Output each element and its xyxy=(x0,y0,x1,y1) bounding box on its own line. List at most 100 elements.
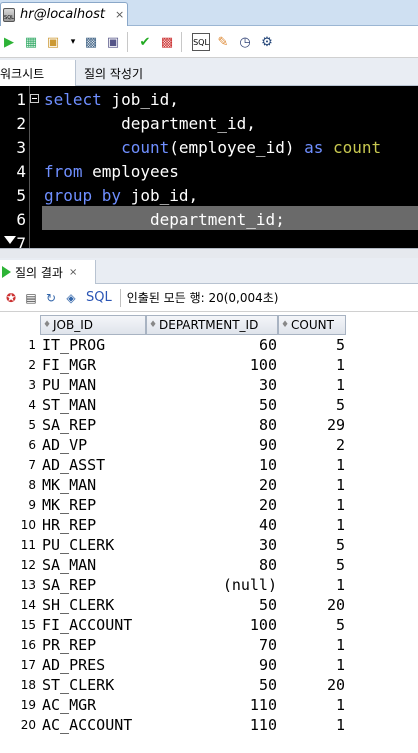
cell-department-id[interactable]: (null) xyxy=(146,575,277,595)
fold-collapse-icon[interactable] xyxy=(30,94,39,103)
cell-job-id[interactable]: IT_PROG xyxy=(42,335,146,355)
code-line[interactable]: from employees xyxy=(44,160,179,184)
cell-job-id[interactable]: PU_MAN xyxy=(42,375,146,395)
cell-job-id[interactable]: MK_MAN xyxy=(42,475,146,495)
table-row[interactable]: 17 AD_PRES 90 1 xyxy=(0,655,418,675)
result-grid[interactable]: JOB_ID DEPARTMENT_ID COUNT 1IT_PROG6052F… xyxy=(0,315,418,753)
table-row[interactable]: 5 SA_REP 80 29 xyxy=(0,415,418,435)
cell-count[interactable]: 20 xyxy=(278,595,345,615)
explain-plan-icon[interactable]: ▩ xyxy=(82,33,100,51)
chevron-down-icon[interactable]: ▾ xyxy=(64,33,82,51)
table-row[interactable]: 18 ST_CLERK 50 20 xyxy=(0,675,418,695)
clear-icon[interactable]: ✎ xyxy=(214,33,232,51)
cell-count[interactable]: 5 xyxy=(278,395,345,415)
cell-department-id[interactable]: 50 xyxy=(146,395,277,415)
cell-job-id[interactable]: FI_ACCOUNT xyxy=(42,615,146,635)
cell-department-id[interactable]: 30 xyxy=(146,375,277,395)
table-row[interactable]: 7 AD_ASST 10 1 xyxy=(0,455,418,475)
cell-count[interactable]: 20 xyxy=(278,675,345,695)
table-row[interactable]: 11 PU_CLERK 30 5 xyxy=(0,535,418,555)
table-row[interactable]: 1 IT_PROG 60 5 xyxy=(0,335,418,355)
cell-department-id[interactable]: 110 xyxy=(146,695,277,715)
table-row[interactable]: 19 AC_MGR 110 1 xyxy=(0,695,418,715)
cell-count[interactable]: 5 xyxy=(278,615,345,635)
pin-icon[interactable]: ✪ xyxy=(2,289,20,307)
cell-department-id[interactable]: 40 xyxy=(146,515,277,535)
commit-check-icon[interactable]: ✔ xyxy=(136,33,154,51)
tab-query-builder[interactable]: 질의 작성기 xyxy=(78,60,149,86)
cell-job-id[interactable]: SA_MAN xyxy=(42,555,146,575)
collapse-arrow-icon[interactable] xyxy=(4,236,16,244)
table-row[interactable]: 15 FI_ACCOUNT 100 5 xyxy=(0,615,418,635)
cell-count[interactable]: 1 xyxy=(278,515,345,535)
cell-job-id[interactable]: PR_REP xyxy=(42,635,146,655)
cell-job-id[interactable]: AD_PRES xyxy=(42,655,146,675)
table-row[interactable]: 4 ST_MAN 50 5 xyxy=(0,395,418,415)
cell-job-id[interactable]: AC_ACCOUNT xyxy=(42,715,146,735)
tab-query-result[interactable]: 질의 결과 × xyxy=(0,260,96,284)
tab-worksheet[interactable]: 워크시트 xyxy=(0,60,76,86)
cell-job-id[interactable]: SA_REP xyxy=(42,415,146,435)
cell-department-id[interactable]: 30 xyxy=(146,535,277,555)
cell-department-id[interactable]: 10 xyxy=(146,455,277,475)
code-line[interactable]: department_id, xyxy=(44,112,256,136)
cell-department-id[interactable]: 60 xyxy=(146,335,277,355)
cell-count[interactable]: 5 xyxy=(278,555,345,575)
cell-count[interactable]: 1 xyxy=(278,635,345,655)
panel-splitter[interactable] xyxy=(0,248,418,258)
close-tab-icon[interactable]: × xyxy=(69,267,77,278)
cell-count[interactable]: 1 xyxy=(278,375,345,395)
run-script-icon[interactable]: ▦ xyxy=(22,33,40,51)
cell-job-id[interactable]: ST_CLERK xyxy=(42,675,146,695)
cell-department-id[interactable]: 50 xyxy=(146,675,277,695)
column-header-count[interactable]: COUNT xyxy=(278,315,346,335)
cell-count[interactable]: 1 xyxy=(278,715,345,735)
cell-job-id[interactable]: AD_ASST xyxy=(42,455,146,475)
cell-job-id[interactable]: ST_MAN xyxy=(42,395,146,415)
code-line[interactable]: department_id; xyxy=(44,208,285,232)
table-row[interactable]: 16 PR_REP 70 1 xyxy=(0,635,418,655)
sql-editor[interactable]: 1 2 3 4 5 6 7 select job_id, department_… xyxy=(0,86,418,248)
cell-department-id[interactable]: 70 xyxy=(146,635,277,655)
table-row[interactable]: 10 HR_REP 40 1 xyxy=(0,515,418,535)
cell-count[interactable]: 1 xyxy=(278,575,345,595)
table-row[interactable]: 9 MK_REP 20 1 xyxy=(0,495,418,515)
cell-department-id[interactable]: 90 xyxy=(146,435,277,455)
code-line[interactable]: count(employee_id) as count xyxy=(44,136,381,160)
sql-link[interactable]: SQL xyxy=(86,290,112,305)
table-row[interactable]: 13 SA_REP (null) 1 xyxy=(0,575,418,595)
rollback-icon[interactable]: ▩ xyxy=(158,33,176,51)
cell-count[interactable]: 1 xyxy=(278,455,345,475)
cell-department-id[interactable]: 90 xyxy=(146,655,277,675)
code-line[interactable]: select job_id, xyxy=(44,88,179,112)
connection-tab[interactable]: SQL hr@localhost × xyxy=(0,2,128,26)
table-row[interactable]: 6 AD_VP 90 2 xyxy=(0,435,418,455)
table-row[interactable]: 2 FI_MGR 100 1 xyxy=(0,355,418,375)
table-row[interactable]: 14 SH_CLERK 50 20 xyxy=(0,595,418,615)
cell-job-id[interactable]: MK_REP xyxy=(42,495,146,515)
run-statement-icon[interactable]: ▶ xyxy=(0,33,18,51)
cell-count[interactable]: 5 xyxy=(278,535,345,555)
refresh-icon[interactable]: ↻ xyxy=(42,289,60,307)
cell-department-id[interactable]: 50 xyxy=(146,595,277,615)
cell-count[interactable]: 5 xyxy=(278,335,345,355)
table-row[interactable]: 20 AC_ACCOUNT 110 1 xyxy=(0,715,418,735)
table-row[interactable]: 12 SA_MAN 80 5 xyxy=(0,555,418,575)
cell-job-id[interactable]: FI_MGR xyxy=(42,355,146,375)
unshared-worksheet-icon[interactable]: SQL xyxy=(192,33,210,51)
cell-job-id[interactable]: SH_CLERK xyxy=(42,595,146,615)
cell-department-id[interactable]: 100 xyxy=(146,355,277,375)
column-header-job-id[interactable]: JOB_ID xyxy=(40,315,146,335)
print-icon[interactable]: ▤ xyxy=(22,289,40,307)
cell-count[interactable]: 1 xyxy=(278,695,345,715)
code-line[interactable]: group by job_id, xyxy=(44,184,198,208)
cell-job-id[interactable]: AD_VP xyxy=(42,435,146,455)
cell-department-id[interactable]: 80 xyxy=(146,415,277,435)
cell-job-id[interactable]: AC_MGR xyxy=(42,695,146,715)
tune-icon[interactable]: ⚙ xyxy=(258,33,276,51)
cell-job-id[interactable]: PU_CLERK xyxy=(42,535,146,555)
commit-icon[interactable]: ▣ xyxy=(44,33,62,51)
cell-count[interactable]: 1 xyxy=(278,475,345,495)
cell-job-id[interactable]: SA_REP xyxy=(42,575,146,595)
cell-department-id[interactable]: 80 xyxy=(146,555,277,575)
